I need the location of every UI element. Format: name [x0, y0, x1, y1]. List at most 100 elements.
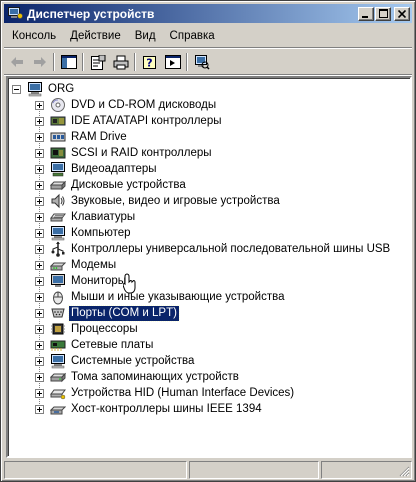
expand-toggle-icon[interactable]	[35, 308, 44, 318]
properties-icon[interactable]	[86, 51, 109, 73]
menu-action[interactable]: Действие	[63, 28, 128, 44]
video-adapter-icon	[50, 161, 66, 177]
print-icon[interactable]	[109, 51, 132, 73]
tree-item[interactable]: Мониторы	[35, 273, 128, 289]
expand-toggle-icon[interactable]	[35, 244, 44, 254]
ieee1394-icon	[50, 401, 66, 417]
tree-root[interactable]: ORG	[12, 81, 76, 97]
expand-toggle-icon[interactable]	[35, 276, 44, 286]
expand-toggle-icon[interactable]	[35, 116, 44, 126]
expand-toggle-icon[interactable]	[35, 212, 44, 222]
processor-icon	[50, 321, 66, 337]
sound-device-icon	[50, 193, 66, 209]
hid-icon	[50, 385, 66, 401]
keyboard-icon	[50, 209, 66, 225]
system-device-icon	[50, 353, 66, 369]
cdrom-icon	[50, 97, 66, 113]
tree-item[interactable]: Контроллеры универсальной последовательн…	[35, 241, 392, 257]
device-manager-app-icon	[7, 7, 23, 21]
expand-toggle-icon[interactable]	[35, 164, 44, 174]
expand-toggle-icon[interactable]	[35, 148, 44, 158]
expand-toggle-icon[interactable]	[35, 292, 44, 302]
port-icon	[50, 305, 66, 321]
tree-item-label: SCSI и RAID контроллеры	[71, 146, 212, 159]
resize-grip-icon[interactable]	[398, 465, 410, 477]
show-hide-icon[interactable]	[161, 51, 184, 73]
toolbar: ?	[5, 51, 411, 73]
expand-toggle-icon[interactable]	[35, 132, 44, 142]
tree-item-label: Процессоры	[71, 322, 138, 335]
expand-toggle-icon[interactable]	[35, 404, 44, 414]
scan-hardware-icon[interactable]	[190, 51, 213, 73]
modem-icon	[50, 257, 66, 273]
toolbar-separator	[186, 53, 188, 71]
help-icon[interactable]: ?	[138, 51, 161, 73]
mouse-icon	[50, 289, 66, 305]
tree-item[interactable]: Дисковые устройства	[35, 177, 188, 193]
menu-bar: Консоль Действие Вид Справка	[5, 26, 411, 46]
title-bar[interactable]: Диспетчер устройств	[4, 4, 412, 23]
expand-toggle-icon[interactable]	[35, 228, 44, 238]
ide-controller-icon	[50, 113, 66, 129]
tree-item-label: DVD и CD-ROM дисководы	[71, 98, 217, 111]
tree-item[interactable]: Порты (COM и LPT)	[35, 304, 180, 322]
tree-item[interactable]: Компьютер	[35, 225, 133, 241]
tree-item-label: RAM Drive	[71, 130, 127, 143]
tree-item[interactable]: Хост-контроллеры шины IEEE 1394	[35, 401, 264, 417]
tree-item[interactable]: Процессоры	[35, 321, 140, 337]
status-bar	[4, 461, 413, 479]
tree-item[interactable]: DVD и CD-ROM дисководы	[35, 97, 218, 113]
tree-item-label: Модемы	[71, 258, 117, 271]
expand-toggle-icon[interactable]	[35, 372, 44, 382]
minimize-button[interactable]	[358, 6, 374, 21]
console-tree-icon[interactable]	[57, 51, 80, 73]
tree-item-label: Тома запоминающих устройств	[71, 370, 239, 383]
tree-item[interactable]: IDE ATA/ATAPI контроллеры	[35, 113, 224, 129]
expand-toggle-icon[interactable]	[35, 100, 44, 110]
menu-help[interactable]: Справка	[163, 28, 222, 44]
device-tree[interactable]: ORG DVD и CD-ROM дисководы IDE ATA/ATAPI …	[6, 76, 412, 458]
menu-view[interactable]: Вид	[128, 28, 163, 44]
tree-item[interactable]: Модемы	[35, 257, 118, 273]
tree-item-label: Контроллеры универсальной последовательн…	[71, 242, 391, 255]
tree-item[interactable]: Клавиатуры	[35, 209, 137, 225]
status-pane-main	[4, 461, 188, 479]
tree-item[interactable]: Тома запоминающих устройств	[35, 369, 241, 385]
tree-item-label: Видеоадаптеры	[71, 162, 157, 175]
tree-item[interactable]: Сетевые платы	[35, 337, 155, 353]
menu-separator	[4, 47, 412, 49]
tree-item[interactable]: RAM Drive	[35, 129, 129, 145]
back-arrow-icon[interactable]	[5, 51, 28, 73]
menu-console[interactable]: Консоль	[5, 28, 63, 44]
device-manager-window: Диспетчер устройств Консоль Действие Вид…	[0, 0, 416, 482]
expand-toggle-icon[interactable]	[35, 388, 44, 398]
tree-item[interactable]: Системные устройства	[35, 353, 196, 369]
close-button[interactable]	[394, 6, 410, 21]
toolbar-separator	[134, 53, 136, 71]
mouse-cursor-icon	[123, 273, 136, 294]
tree-item[interactable]: SCSI и RAID контроллеры	[35, 145, 214, 161]
toolbar-separator	[82, 53, 84, 71]
monitor-icon	[50, 273, 66, 289]
tree-item-label: Хост-контроллеры шины IEEE 1394	[71, 402, 262, 415]
tree-item[interactable]: Видеоадаптеры	[35, 161, 159, 177]
collapse-toggle-icon[interactable]	[12, 84, 21, 94]
expand-toggle-icon[interactable]	[35, 260, 44, 270]
tree-item[interactable]: Устройства HID (Human Interface Devices)	[35, 385, 296, 401]
expand-toggle-icon[interactable]	[35, 356, 44, 366]
maximize-button[interactable]	[375, 6, 391, 21]
tree-item-label: Мыши и иные указывающие устройства	[71, 290, 285, 303]
expand-toggle-icon[interactable]	[35, 340, 44, 350]
expand-toggle-icon[interactable]	[35, 180, 44, 190]
svg-text:?: ?	[146, 56, 152, 69]
tree-item-label: Дисковые устройства	[71, 178, 186, 191]
tree-item-label: Сетевые платы	[71, 338, 154, 351]
disk-drive-icon	[50, 177, 66, 193]
ram-drive-icon	[50, 129, 66, 145]
expand-toggle-icon[interactable]	[35, 196, 44, 206]
expand-toggle-icon[interactable]	[35, 324, 44, 334]
tree-item[interactable]: Мыши и иные указывающие устройства	[35, 289, 287, 305]
forward-arrow-icon[interactable]	[28, 51, 51, 73]
tree-item[interactable]: Звуковые, видео и игровые устройства	[35, 193, 282, 209]
storage-volume-icon	[50, 369, 66, 385]
